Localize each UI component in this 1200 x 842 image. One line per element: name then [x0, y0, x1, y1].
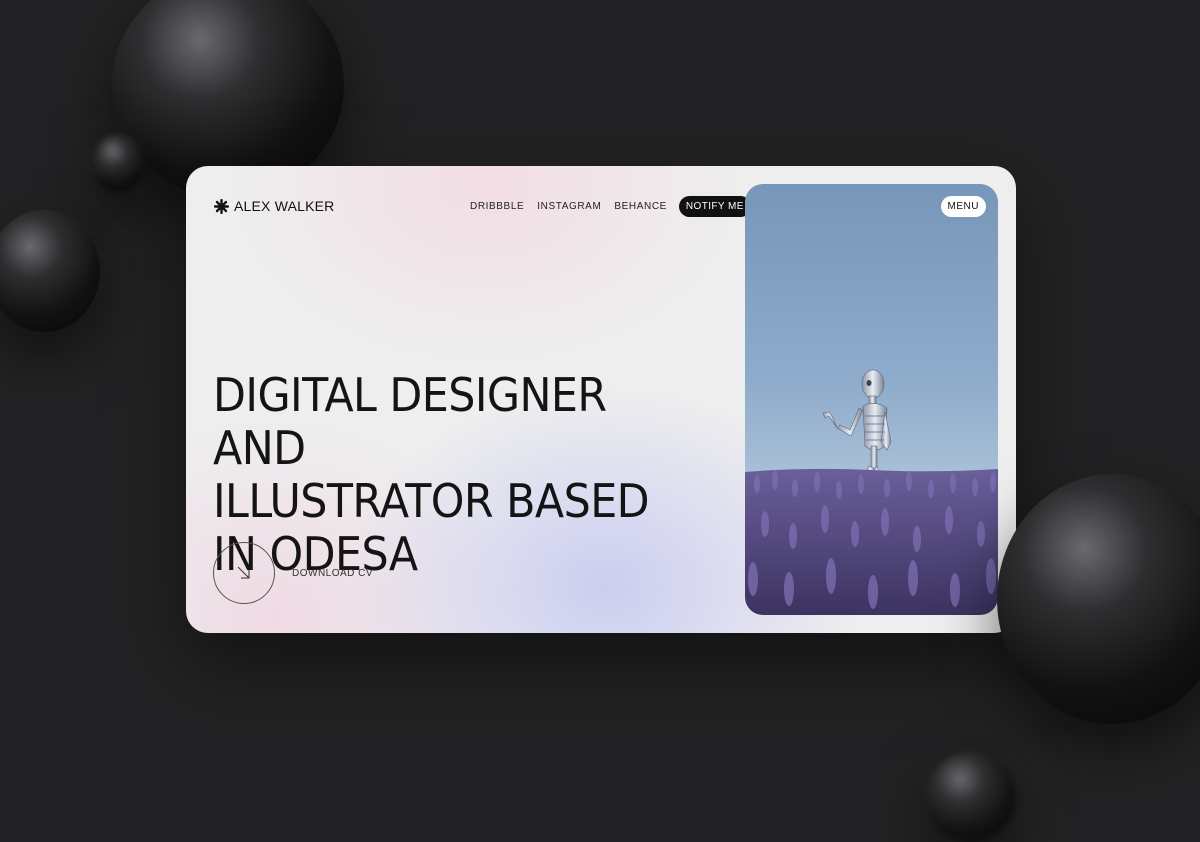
menu-button[interactable]: MENU — [940, 196, 986, 217]
notify-me-button[interactable]: NOTIFY ME — [678, 196, 751, 217]
headline-line: ILLUSTRATOR BASED — [213, 474, 650, 528]
headline-line: IN ODESA — [213, 527, 418, 581]
nav-link-behance[interactable]: BEHANCE — [614, 201, 667, 212]
decorative-sphere-small — [93, 134, 145, 192]
top-nav: DRIBBBLE INSTAGRAM BEHANCE NOTIFY ME — [470, 196, 751, 217]
hero-photo: MENU — [745, 184, 998, 615]
download-cv-label[interactable]: DOWNLOAD CV — [292, 568, 373, 579]
hero-headline: DIGITAL DESIGNER AND ILLUSTRATOR BASED I… — [213, 369, 697, 581]
hero-card: ALEX WALKER DRIBBBLE INSTAGRAM BEHANCE N… — [186, 166, 1016, 633]
nav-link-dribbble[interactable]: DRIBBBLE — [470, 201, 524, 212]
skeleton-lavender-illustration — [745, 369, 998, 615]
nav-link-instagram[interactable]: INSTAGRAM — [537, 201, 601, 212]
brand-name: ALEX WALKER — [234, 198, 335, 214]
decorative-sphere-left — [0, 210, 100, 332]
decorative-sphere-right — [997, 474, 1200, 724]
arrow-down-right-icon — [237, 566, 250, 579]
download-cv-button[interactable] — [213, 542, 275, 604]
headline-line: DIGITAL DESIGNER AND — [213, 368, 607, 475]
starburst-icon — [214, 198, 229, 214]
brand-logo[interactable]: ALEX WALKER — [214, 198, 335, 214]
decorative-sphere-bottom — [926, 752, 1016, 842]
